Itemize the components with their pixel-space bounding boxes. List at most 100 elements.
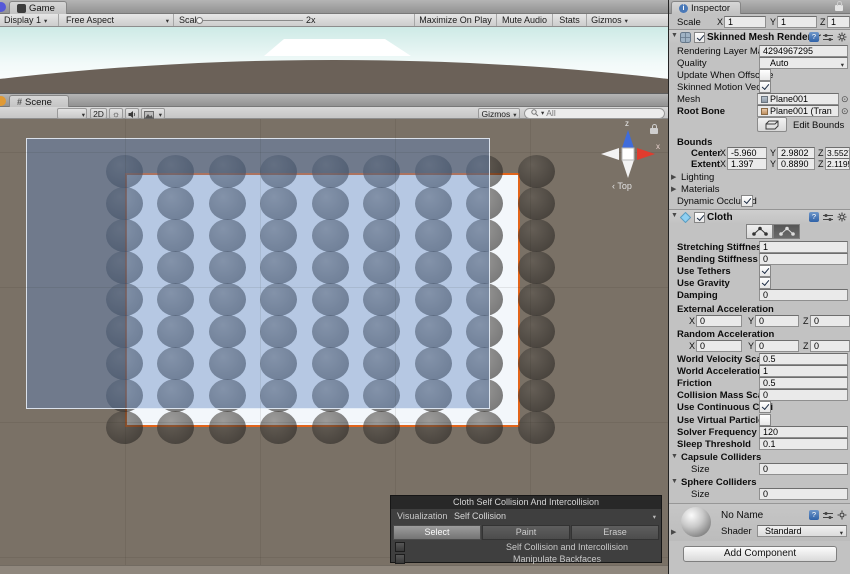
help-icon[interactable]: ? xyxy=(809,510,819,520)
root-bone-object-field[interactable]: Plane001 (Tran xyxy=(757,105,839,117)
scale-slider-track[interactable] xyxy=(203,20,303,21)
rand-accel-x-field[interactable]: 0 xyxy=(696,340,742,352)
extent-x-field[interactable]: 1.397 xyxy=(727,158,767,170)
preset-icon[interactable] xyxy=(823,511,833,520)
scale-x-field[interactable]: 1 xyxy=(724,16,766,28)
rand-accel-y-field[interactable]: 0 xyxy=(755,340,799,352)
use-tethers-checkbox[interactable] xyxy=(759,265,771,277)
material-preview-sphere[interactable] xyxy=(681,507,711,537)
view-orientation-label[interactable]: ‹ Top xyxy=(612,181,632,191)
cloth-particle[interactable] xyxy=(518,347,555,380)
ext-accel-x-field[interactable]: 0 xyxy=(696,315,742,327)
scene-2d-toggle[interactable]: 2D xyxy=(90,108,107,119)
scene-effects-dropdown[interactable]: ▾ xyxy=(141,108,165,119)
game-gizmos-dropdown[interactable]: Gizmos▾ xyxy=(586,14,632,26)
foldout-open-icon[interactable]: ▼ xyxy=(671,212,678,219)
scene-audio-toggle[interactable] xyxy=(125,108,139,119)
world-velocity-scale-field[interactable]: 0.5 xyxy=(759,353,848,365)
object-picker-icon[interactable]: ⊙ xyxy=(841,106,849,117)
shader-dropdown[interactable]: Standard▾ xyxy=(757,525,847,537)
add-component-button[interactable]: Add Component xyxy=(683,546,837,562)
rendering-layer-mask-field[interactable]: 4294967295 xyxy=(759,45,848,57)
scene-lock-icon[interactable] xyxy=(650,128,658,134)
stretching-stiffness-field[interactable]: 1 xyxy=(759,241,848,253)
scene-lighting-toggle[interactable]: ☼ xyxy=(109,108,123,119)
self-collision-checkbox[interactable] xyxy=(395,542,405,552)
cloth-particle[interactable] xyxy=(312,411,349,444)
aspect-dropdown[interactable]: Free Aspect▾ xyxy=(62,14,174,26)
tab-inspector[interactable]: i Inspector xyxy=(671,1,741,14)
ext-accel-y-field[interactable]: 0 xyxy=(755,315,799,327)
cloth-enabled-checkbox[interactable] xyxy=(694,212,705,223)
preset-icon[interactable] xyxy=(823,213,833,222)
scene-gizmos-dropdown[interactable]: Gizmos▾ xyxy=(478,108,520,119)
scene-search-input[interactable]: ▾ All xyxy=(524,108,665,119)
damping-field[interactable]: 0 xyxy=(759,289,848,301)
ext-accel-z-field[interactable]: 0 xyxy=(810,315,850,327)
scale-slider-knob[interactable] xyxy=(196,17,203,24)
cloth-particle[interactable] xyxy=(518,379,555,412)
cloth-particle[interactable] xyxy=(260,411,297,444)
scale-y-field[interactable]: 1 xyxy=(777,16,817,28)
cloth-particle[interactable] xyxy=(466,411,503,444)
bending-stiffness-field[interactable]: 0 xyxy=(759,253,848,265)
tab-paint[interactable]: Paint xyxy=(482,525,570,540)
extent-y-field[interactable]: 0.8890 xyxy=(777,158,815,170)
smr-enabled-checkbox[interactable] xyxy=(694,32,705,43)
gear-icon[interactable] xyxy=(837,32,847,42)
extent-z-field[interactable]: 2.1195 xyxy=(825,158,850,170)
tab-game[interactable]: Game xyxy=(9,1,67,14)
cloth-particle[interactable] xyxy=(518,251,555,284)
stats-button[interactable]: Stats xyxy=(552,14,586,26)
tab-erase[interactable]: Erase xyxy=(571,525,659,540)
cloth-particle[interactable] xyxy=(518,411,555,444)
cloth-particle[interactable] xyxy=(209,411,246,444)
mute-audio-button[interactable]: Mute Audio xyxy=(496,14,552,26)
cloth-particle[interactable] xyxy=(518,315,555,348)
tab-select[interactable]: Select xyxy=(393,525,481,540)
cloth-particle[interactable] xyxy=(106,411,143,444)
capsule-size-field[interactable]: 0 xyxy=(759,463,848,475)
cloth-particle[interactable] xyxy=(415,411,452,444)
help-icon[interactable]: ? xyxy=(809,32,819,42)
use-virtual-particles-checkbox[interactable] xyxy=(759,414,771,426)
use-gravity-checkbox[interactable] xyxy=(759,277,771,289)
skinned-mesh-renderer-header[interactable]: ▼ Skinned Mesh Renderer ? xyxy=(669,29,850,44)
rand-accel-z-field[interactable]: 0 xyxy=(810,340,850,352)
world-acceleration-scale-field[interactable]: 1 xyxy=(759,365,848,377)
foldout-closed-icon[interactable]: ▶ xyxy=(671,528,676,536)
sphere-size-field[interactable]: 0 xyxy=(759,488,848,500)
collision-mass-scale-field[interactable]: 0 xyxy=(759,389,848,401)
help-icon[interactable]: ? xyxy=(809,212,819,222)
update-offscreen-checkbox[interactable] xyxy=(759,69,771,81)
solver-frequency-field[interactable]: 120 xyxy=(759,426,848,438)
cloth-header[interactable]: ▼ Cloth ? xyxy=(669,209,850,224)
cloth-particle[interactable] xyxy=(518,187,555,220)
mesh-object-field[interactable]: Plane001 xyxy=(757,93,839,105)
foldout-open-icon[interactable]: ▼ xyxy=(671,32,678,39)
gear-icon[interactable] xyxy=(837,510,847,520)
display-dropdown[interactable]: Display 1▾ xyxy=(0,14,59,26)
preset-icon[interactable] xyxy=(823,33,833,42)
edit-self-intercollision-toggle[interactable] xyxy=(773,224,800,239)
sleep-threshold-field[interactable]: 0.1 xyxy=(759,438,848,450)
cloth-particle[interactable] xyxy=(157,411,194,444)
scene-mode-dropdown[interactable]: ▾ xyxy=(57,108,87,119)
motion-vectors-checkbox[interactable] xyxy=(759,81,771,93)
edit-constraints-toggle[interactable] xyxy=(746,224,773,239)
cloth-particle[interactable] xyxy=(518,155,555,188)
scale-z-field[interactable]: 1 xyxy=(827,16,850,28)
edit-bounds-button[interactable] xyxy=(757,117,787,132)
maximize-on-play-button[interactable]: Maximize On Play xyxy=(414,14,496,26)
game-viewport[interactable] xyxy=(0,27,668,93)
inspector-lock-icon[interactable] xyxy=(835,5,843,11)
object-picker-icon[interactable]: ⊙ xyxy=(841,94,849,105)
quality-dropdown[interactable]: Auto▾ xyxy=(759,57,848,69)
cloth-particle[interactable] xyxy=(518,219,555,252)
dynamic-occluded-checkbox[interactable] xyxy=(741,195,753,207)
manipulate-backfaces-checkbox[interactable] xyxy=(395,554,405,564)
friction-field[interactable]: 0.5 xyxy=(759,377,848,389)
visualization-dropdown[interactable]: Self Collision xyxy=(454,511,506,521)
use-continuous-collision-checkbox[interactable] xyxy=(759,401,771,413)
gear-icon[interactable] xyxy=(837,212,847,222)
